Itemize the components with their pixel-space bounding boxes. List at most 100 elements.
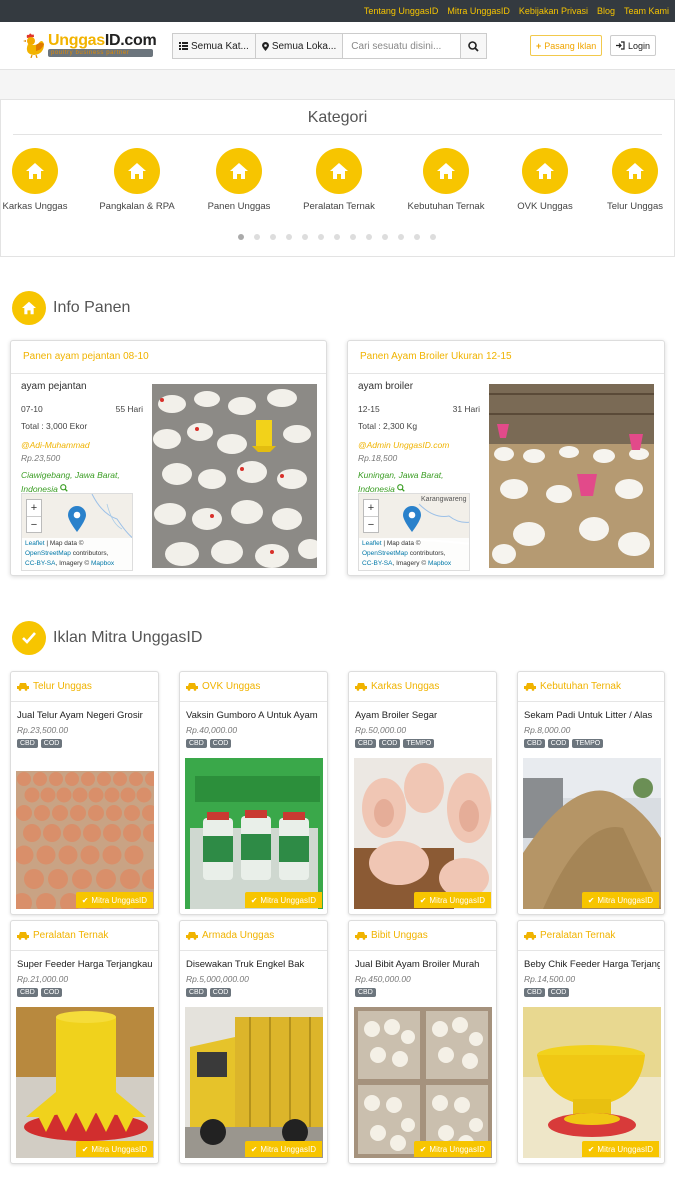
carousel-dot[interactable] [302, 234, 308, 240]
chicken-meat-photo[interactable] [354, 758, 492, 909]
ad-category[interactable]: Bibit Unggas [349, 921, 496, 951]
kategori-item-panen[interactable]: Panen Unggas [189, 148, 289, 212]
nav-link-blog[interactable]: Blog [597, 6, 615, 16]
carousel-dot[interactable] [286, 234, 292, 240]
post-ad-button[interactable]: + Pasang Iklan [530, 35, 603, 56]
kategori-item-karkas[interactable]: Karkas Unggas [0, 148, 85, 212]
ad-title[interactable]: Jual Bibit Ayam Broiler Murah [355, 959, 491, 970]
home-icon [114, 148, 160, 194]
car-icon [524, 932, 536, 940]
carousel-dot[interactable] [398, 234, 404, 240]
mitra-ad-card[interactable]: Kebutuhan Ternak Sekam Padi Untuk Litter… [517, 671, 665, 915]
site-logo[interactable]: UnggasID.com poultry business partner [22, 32, 157, 58]
map-attribution: Leaflet | Map data © OpenStreetMap contr… [359, 538, 469, 570]
search-input[interactable]: Cari sesuatu disini... [343, 33, 462, 59]
mitra-ad-card[interactable]: Armada Unggas Disewakan Truk Engkel Bak … [179, 920, 328, 1164]
carousel-dot[interactable] [270, 234, 276, 240]
location-select[interactable]: Semua Loka... [255, 33, 344, 59]
nav-link-team[interactable]: Team Kami [624, 6, 669, 16]
panen-author[interactable]: @Admin UnggasID.com [358, 440, 480, 450]
location-map[interactable]: + − Leaflet | Map data © OpenStreetMap co… [21, 493, 133, 571]
category-select[interactable]: Semua Kat... [172, 33, 256, 59]
panen-card-title[interactable]: Panen ayam pejantan 08-10 [11, 341, 326, 374]
ad-title[interactable]: Disewakan Truk Engkel Bak [186, 959, 322, 970]
nav-link-mitra[interactable]: Mitra UnggasID [447, 6, 510, 16]
ad-category[interactable]: Telur Unggas [11, 672, 158, 702]
ad-category[interactable]: Peralatan Ternak [518, 921, 664, 951]
ad-category[interactable]: Kebutuhan Ternak [518, 672, 664, 702]
ad-title[interactable]: Ayam Broiler Segar [355, 710, 491, 721]
search-plus-icon[interactable] [397, 484, 405, 492]
kategori-panel: Kategori Karkas Unggas Pangkalan & RPA P… [0, 99, 675, 257]
nav-link-kebijakan[interactable]: Kebijakan Privasi [519, 6, 588, 16]
ad-title[interactable]: Beby Chik Feeder Harga Terjangkau [524, 959, 660, 970]
search-icon [468, 40, 479, 52]
panen-card[interactable]: Panen Ayam Broiler Ukuran 12-15 ayam bro… [347, 340, 665, 576]
kategori-item-ovk[interactable]: OVK Unggas [495, 148, 595, 212]
broiler-farm-photo[interactable] [489, 384, 654, 568]
carousel-dot[interactable] [414, 234, 420, 240]
tag-badge: COD [378, 739, 401, 748]
search-plus-icon[interactable] [60, 484, 68, 492]
carousel-dot[interactable] [366, 234, 372, 240]
zoom-in-button[interactable]: + [364, 500, 378, 516]
search-button[interactable] [461, 33, 488, 59]
ad-title[interactable]: Sekam Padi Untuk Litter / Alas [524, 710, 660, 721]
carousel-dots [238, 234, 446, 240]
ad-price: Rp.40,000.00 [186, 725, 238, 735]
panen-total: Total : 3,000 Ekor [21, 421, 88, 431]
map-marker-icon[interactable] [403, 506, 421, 532]
ad-category[interactable]: Peralatan Ternak [11, 921, 158, 951]
kategori-item-peralatan[interactable]: Peralatan Ternak [289, 148, 389, 212]
location-map[interactable]: Karangwareng + − Leaflet | Map data © Ope… [358, 493, 470, 571]
mitra-ad-card[interactable]: Peralatan Ternak Beby Chik Feeder Harga … [517, 920, 665, 1164]
check-circle-icon: ✔ [587, 1144, 595, 1154]
chick-feeder-photo[interactable] [523, 1007, 661, 1158]
ad-category[interactable]: Armada Unggas [180, 921, 327, 951]
map-zoom-control[interactable]: + − [363, 499, 379, 533]
mitra-ad-card[interactable]: Bibit Unggas Jual Bibit Ayam Broiler Mur… [348, 920, 497, 1164]
tag-badge: CBD [524, 739, 545, 748]
kategori-item-kebutuhan[interactable]: Kebutuhan Ternak [396, 148, 496, 212]
panen-days: 31 Hari [452, 404, 480, 414]
login-button[interactable]: Login [610, 35, 657, 56]
chicken-flock-photo[interactable] [152, 384, 317, 568]
panen-location: Kuningan, Jawa Barat, Indonesia [358, 470, 444, 494]
kategori-item-telur[interactable]: Telur Unggas [585, 148, 675, 212]
zoom-out-button[interactable]: − [27, 516, 41, 533]
nav-link-tentang[interactable]: Tentang UnggasID [364, 6, 439, 16]
eggs-photo[interactable] [16, 771, 154, 909]
carousel-dot[interactable] [318, 234, 324, 240]
map-marker-icon[interactable] [68, 506, 86, 532]
carousel-dot[interactable] [430, 234, 436, 240]
panen-card-title[interactable]: Panen Ayam Broiler Ukuran 12-15 [348, 341, 664, 374]
carousel-dot[interactable] [334, 234, 340, 240]
mitra-ad-card[interactable]: Telur Unggas Jual Telur Ayam Negeri Gros… [10, 671, 159, 915]
ad-title[interactable]: Super Feeder Harga Terjangkau [17, 959, 153, 970]
panen-total: Total : 2,300 Kg [358, 421, 418, 431]
panen-card[interactable]: Panen ayam pejantan 08-10 ayam pejantan … [10, 340, 327, 576]
mitra-ad-card[interactable]: OVK Unggas Vaksin Gumboro A Untuk Ayam R… [179, 671, 328, 915]
panen-author[interactable]: @Adi-Muhammad [21, 440, 143, 450]
carousel-dot[interactable] [382, 234, 388, 240]
zoom-in-button[interactable]: + [27, 500, 41, 516]
carousel-dot[interactable] [254, 234, 260, 240]
truck-photo[interactable] [185, 1007, 323, 1158]
map-zoom-control[interactable]: + − [26, 499, 42, 533]
ad-category[interactable]: OVK Unggas [180, 672, 327, 702]
mitra-ad-card[interactable]: Karkas Unggas Ayam Broiler Segar Rp.50,0… [348, 671, 497, 915]
ad-title[interactable]: Jual Telur Ayam Negeri Grosir [17, 710, 153, 721]
mitra-ad-card[interactable]: Peralatan Ternak Super Feeder Harga Terj… [10, 920, 159, 1164]
ad-category[interactable]: Karkas Unggas [349, 672, 496, 702]
rice-husk-photo[interactable] [523, 758, 661, 909]
carousel-dot[interactable] [238, 234, 244, 240]
kategori-item-pangkalan[interactable]: Pangkalan & RPA [87, 148, 187, 212]
carousel-dot[interactable] [350, 234, 356, 240]
vaccine-photo[interactable] [185, 758, 323, 909]
map-attribution: Leaflet | Map data © OpenStreetMap contr… [22, 538, 132, 570]
feeder-photo[interactable] [16, 1007, 154, 1158]
chicks-photo[interactable] [354, 1007, 492, 1158]
zoom-out-button[interactable]: − [364, 516, 378, 533]
ad-price: Rp.450,000.00 [355, 974, 411, 984]
ad-title[interactable]: Vaksin Gumboro A Untuk Ayam [186, 710, 322, 721]
